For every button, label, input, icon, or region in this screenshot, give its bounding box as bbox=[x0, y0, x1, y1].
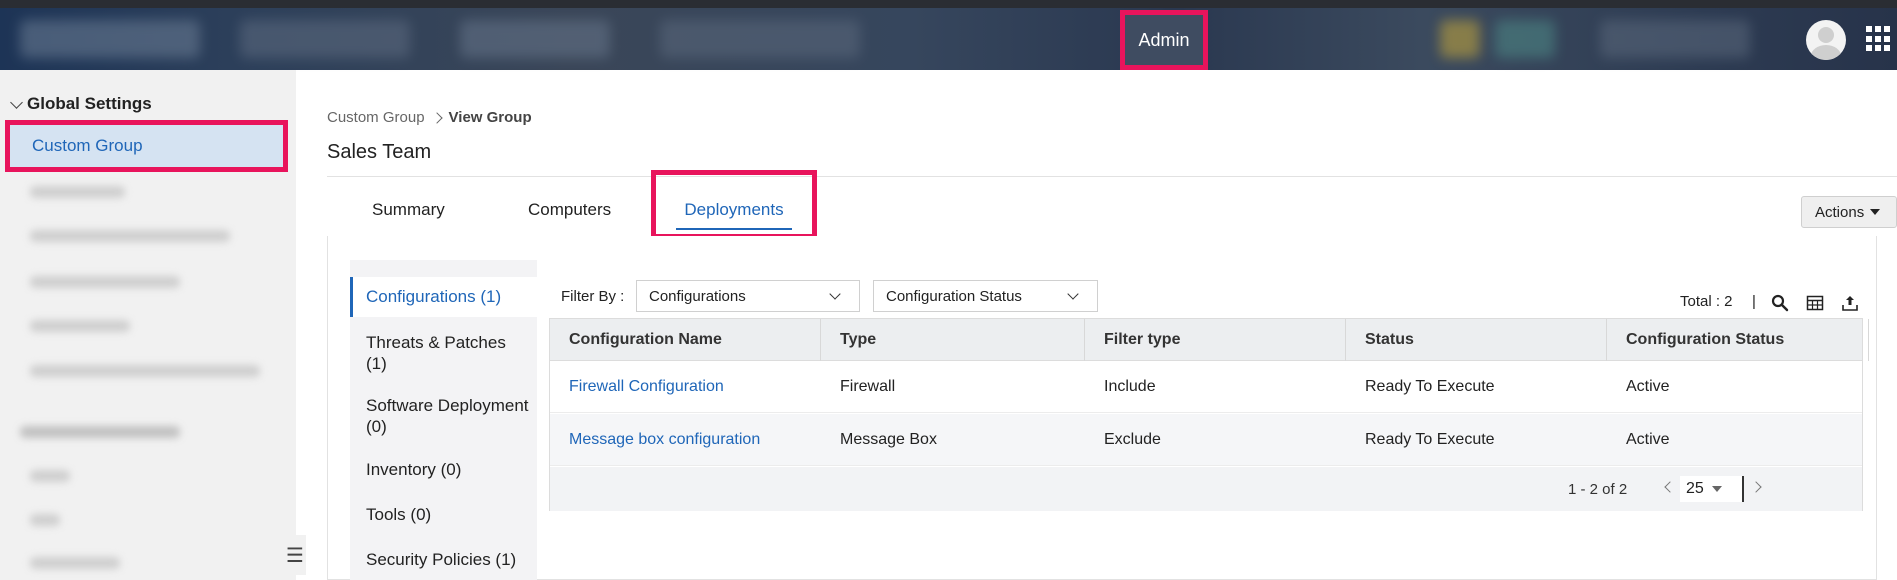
blurred-nav-item bbox=[1495, 20, 1555, 58]
configuration-status-select[interactable]: Configuration Status bbox=[873, 280, 1098, 312]
table-cell: Include bbox=[1104, 378, 1156, 395]
deployment-category-menu: Configurations (1) Threats & Patches (1)… bbox=[350, 260, 537, 580]
table-cell: Active bbox=[1626, 378, 1670, 395]
table-cell: Firewall bbox=[840, 378, 896, 395]
avatar-torso bbox=[1811, 45, 1841, 60]
configuration-name-link[interactable]: Firewall Configuration bbox=[550, 361, 724, 413]
configuration-status-value: Configuration Status bbox=[886, 287, 1022, 305]
caret-down-icon bbox=[1711, 486, 1722, 492]
tab-summary[interactable]: Summary bbox=[372, 200, 445, 220]
table-row: Firewall Configuration Firewall Include … bbox=[550, 361, 1862, 413]
column-header[interactable]: Filter type bbox=[1085, 319, 1346, 361]
blurred-nav-item bbox=[460, 20, 610, 58]
table-cell: Message Box bbox=[840, 431, 937, 448]
table-cell: Ready To Execute bbox=[1365, 431, 1495, 448]
blurred-sidebar-section[interactable] bbox=[20, 426, 180, 438]
menu-item-software-deployment[interactable]: Software Deployment (0) bbox=[366, 395, 531, 437]
page-title: Sales Team bbox=[327, 141, 432, 163]
blurred-sidebar-item[interactable] bbox=[30, 470, 70, 482]
menu-item-tools[interactable]: Tools (0) bbox=[366, 504, 531, 525]
actions-label: Actions bbox=[1815, 203, 1865, 221]
sidebar-section-global-settings[interactable]: Global Settings bbox=[10, 94, 152, 114]
sidebar: Global Settings Custom Group ☰ bbox=[0, 70, 306, 580]
avatar-head bbox=[1818, 27, 1834, 43]
active-tab-indicator bbox=[676, 228, 792, 230]
actions-dropdown-button[interactable]: Actions bbox=[1801, 196, 1897, 228]
table-cell: Active bbox=[1626, 431, 1670, 448]
admin-button[interactable]: Admin bbox=[1130, 20, 1198, 60]
blurred-sidebar-item[interactable] bbox=[30, 320, 130, 332]
user-avatar[interactable] bbox=[1806, 20, 1846, 60]
active-menu-indicator bbox=[350, 277, 353, 317]
top-navigation-bar bbox=[0, 8, 1897, 70]
filter-by-label: Filter By : bbox=[561, 288, 625, 305]
menu-item-configurations[interactable]: Configurations (1) bbox=[366, 286, 531, 307]
page-size-select[interactable]: 25 bbox=[1680, 476, 1744, 502]
blurred-sidebar-item[interactable] bbox=[30, 514, 60, 526]
apps-grid-icon[interactable] bbox=[1866, 26, 1890, 52]
blurred-nav-item bbox=[1600, 20, 1750, 58]
caret-down-icon bbox=[1870, 209, 1881, 215]
sidebar-collapse-handle[interactable]: ☰ bbox=[284, 535, 306, 575]
menu-item-security-policies[interactable]: Security Policies (1) bbox=[366, 549, 531, 570]
configuration-name-link[interactable]: Message box configuration bbox=[550, 414, 760, 466]
blurred-sidebar-item[interactable] bbox=[30, 276, 180, 288]
filter-type-select[interactable]: Configurations bbox=[636, 280, 860, 312]
page-size-value: 25 bbox=[1686, 480, 1704, 497]
column-header[interactable]: Configuration Status bbox=[1607, 319, 1869, 361]
blurred-sidebar-item[interactable] bbox=[30, 230, 230, 242]
blurred-nav-item bbox=[240, 20, 410, 58]
toolbar-separator: | bbox=[1752, 293, 1756, 310]
chevron-down-icon bbox=[1067, 288, 1079, 300]
breadcrumb-current: View Group bbox=[448, 109, 532, 126]
export-icon[interactable] bbox=[1841, 294, 1859, 312]
chevron-down-icon bbox=[829, 288, 841, 300]
sidebar-section-title: Global Settings bbox=[27, 94, 152, 113]
total-count: Total : 2 bbox=[1680, 293, 1733, 310]
chevron-right-icon bbox=[430, 111, 443, 124]
tab-computers[interactable]: Computers bbox=[528, 200, 611, 220]
table-header: Configuration Name Type Filter type Stat… bbox=[550, 319, 1869, 361]
tab-deployments[interactable]: Deployments bbox=[656, 200, 812, 220]
menu-item-inventory[interactable]: Inventory (0) bbox=[366, 459, 531, 480]
breadcrumb-parent[interactable]: Custom Group bbox=[327, 109, 425, 126]
column-header[interactable]: Type bbox=[821, 319, 1085, 361]
menu-item-threats-patches[interactable]: Threats & Patches (1) bbox=[366, 332, 531, 374]
deployments-tab-highlight: Deployments bbox=[651, 170, 817, 239]
chevron-down-icon bbox=[10, 95, 23, 109]
blurred-sidebar-item[interactable] bbox=[30, 186, 125, 198]
configurations-table: Configuration Name Type Filter type Stat… bbox=[549, 318, 1869, 511]
divider bbox=[327, 176, 1897, 177]
blurred-nav-item bbox=[660, 20, 860, 58]
blurred-sidebar-item[interactable] bbox=[30, 557, 120, 569]
pagination-range: 1 - 2 of 2 bbox=[1568, 481, 1628, 498]
sidebar-item-custom-group[interactable]: Custom Group bbox=[10, 125, 283, 167]
admin-highlight: Admin bbox=[1120, 10, 1208, 70]
filter-type-value: Configurations bbox=[649, 287, 746, 305]
column-header[interactable]: Configuration Name bbox=[550, 319, 821, 361]
breadcrumb: Custom Group View Group bbox=[327, 109, 532, 126]
search-icon[interactable] bbox=[1771, 294, 1789, 312]
top-strip bbox=[0, 0, 1897, 8]
chevron-right-icon[interactable] bbox=[1750, 481, 1762, 493]
blurred-nav-item bbox=[20, 20, 200, 58]
custom-group-highlight: Custom Group bbox=[5, 120, 288, 172]
table-cell: Ready To Execute bbox=[1365, 378, 1495, 395]
column-header[interactable]: Status bbox=[1346, 319, 1607, 361]
blurred-sidebar-item[interactable] bbox=[30, 365, 260, 377]
blurred-nav-item bbox=[1440, 20, 1480, 58]
chevron-left-icon[interactable] bbox=[1664, 481, 1676, 493]
table-footer: 1 - 2 of 2 25 bbox=[550, 467, 1862, 511]
table-cell: Exclude bbox=[1104, 431, 1161, 448]
column-chooser-icon[interactable] bbox=[1806, 294, 1824, 312]
table-row: Message box configuration Message Box Ex… bbox=[550, 414, 1862, 466]
